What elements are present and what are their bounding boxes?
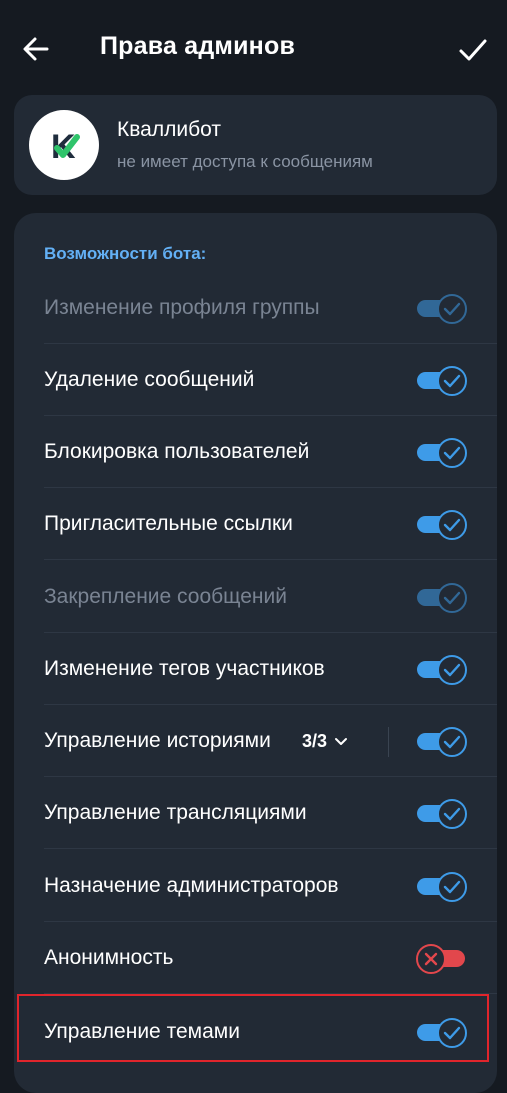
right-label: Назначение администраторов bbox=[44, 874, 339, 897]
check-icon bbox=[443, 663, 461, 677]
divider bbox=[44, 993, 497, 994]
toggle-switch[interactable] bbox=[415, 365, 467, 396]
right-row-invite-links[interactable]: Пригласительные ссылки bbox=[14, 488, 497, 560]
toggle-switch[interactable] bbox=[415, 509, 467, 540]
right-label: Пригласительные ссылки bbox=[44, 512, 293, 535]
bot-status: не имеет доступа к сообщениям bbox=[117, 152, 373, 171]
right-label: Управление темами bbox=[44, 1020, 240, 1043]
top-bar: Права админов bbox=[0, 0, 507, 100]
right-label: Изменение тегов участников bbox=[44, 657, 325, 680]
right-row-manage-streams[interactable]: Управление трансляциями bbox=[14, 777, 497, 849]
toggle-switch[interactable] bbox=[415, 654, 467, 685]
toggle-switch[interactable] bbox=[415, 1017, 467, 1048]
bot-logo-icon: K bbox=[51, 128, 80, 166]
check-icon bbox=[443, 807, 461, 821]
toggle-switch[interactable] bbox=[415, 437, 467, 468]
right-label: Блокировка пользователей bbox=[44, 440, 310, 463]
right-label: Управление историями bbox=[44, 729, 271, 752]
close-icon bbox=[424, 952, 438, 966]
check-icon bbox=[443, 591, 461, 605]
divider bbox=[44, 848, 497, 849]
right-label: Закрепление сообщений bbox=[44, 585, 287, 608]
bot-name: Кваллибот bbox=[117, 118, 221, 141]
right-label: Анонимность bbox=[44, 946, 174, 969]
divider bbox=[44, 559, 497, 560]
right-row-change-profile[interactable]: Изменение профиля группы bbox=[14, 272, 497, 344]
right-row-anonymous[interactable]: Анонимность bbox=[14, 922, 497, 994]
right-label: Изменение профиля группы bbox=[44, 296, 320, 319]
check-icon bbox=[443, 518, 461, 532]
back-arrow-icon[interactable] bbox=[20, 33, 52, 65]
right-row-manage-stories[interactable]: Управление историями 3/3 bbox=[14, 705, 497, 777]
toggle-switch[interactable] bbox=[415, 582, 467, 613]
section-title: Возможности бота: bbox=[44, 244, 207, 263]
check-icon bbox=[443, 880, 461, 894]
right-row-add-admins[interactable]: Назначение администраторов bbox=[14, 850, 497, 922]
toggle-switch[interactable] bbox=[415, 293, 467, 324]
check-icon bbox=[443, 446, 461, 460]
toggle-switch[interactable] bbox=[415, 726, 467, 757]
confirm-check-icon[interactable] bbox=[456, 33, 490, 67]
stories-count: 3/3 bbox=[302, 731, 328, 751]
right-row-edit-member-tags[interactable]: Изменение тегов участников bbox=[14, 633, 497, 705]
right-row-ban-users[interactable]: Блокировка пользователей bbox=[14, 416, 497, 488]
check-icon bbox=[443, 735, 461, 749]
check-icon bbox=[443, 374, 461, 388]
check-icon bbox=[443, 1026, 461, 1040]
bot-info-card: K Кваллибот не имеет доступа к сообщения… bbox=[14, 95, 497, 195]
bot-rights-card: Возможности бота: Изменение профиля груп… bbox=[14, 213, 497, 1093]
bot-avatar: K bbox=[29, 110, 99, 180]
stories-count-expander[interactable]: 3/3 bbox=[302, 705, 348, 777]
toggle-switch[interactable] bbox=[415, 943, 467, 974]
right-row-manage-topics[interactable]: Управление темами bbox=[14, 996, 497, 1068]
check-icon bbox=[443, 302, 461, 316]
right-label: Управление трансляциями bbox=[44, 801, 307, 824]
right-row-delete-messages[interactable]: Удаление сообщений bbox=[14, 344, 497, 416]
right-row-pin-messages[interactable]: Закрепление сообщений bbox=[14, 561, 497, 633]
chevron-down-icon bbox=[335, 738, 348, 746]
right-label: Удаление сообщений bbox=[44, 368, 255, 391]
vertical-separator bbox=[388, 727, 389, 757]
toggle-switch[interactable] bbox=[415, 871, 467, 902]
page-title: Права админов bbox=[100, 32, 296, 60]
toggle-switch[interactable] bbox=[415, 798, 467, 829]
